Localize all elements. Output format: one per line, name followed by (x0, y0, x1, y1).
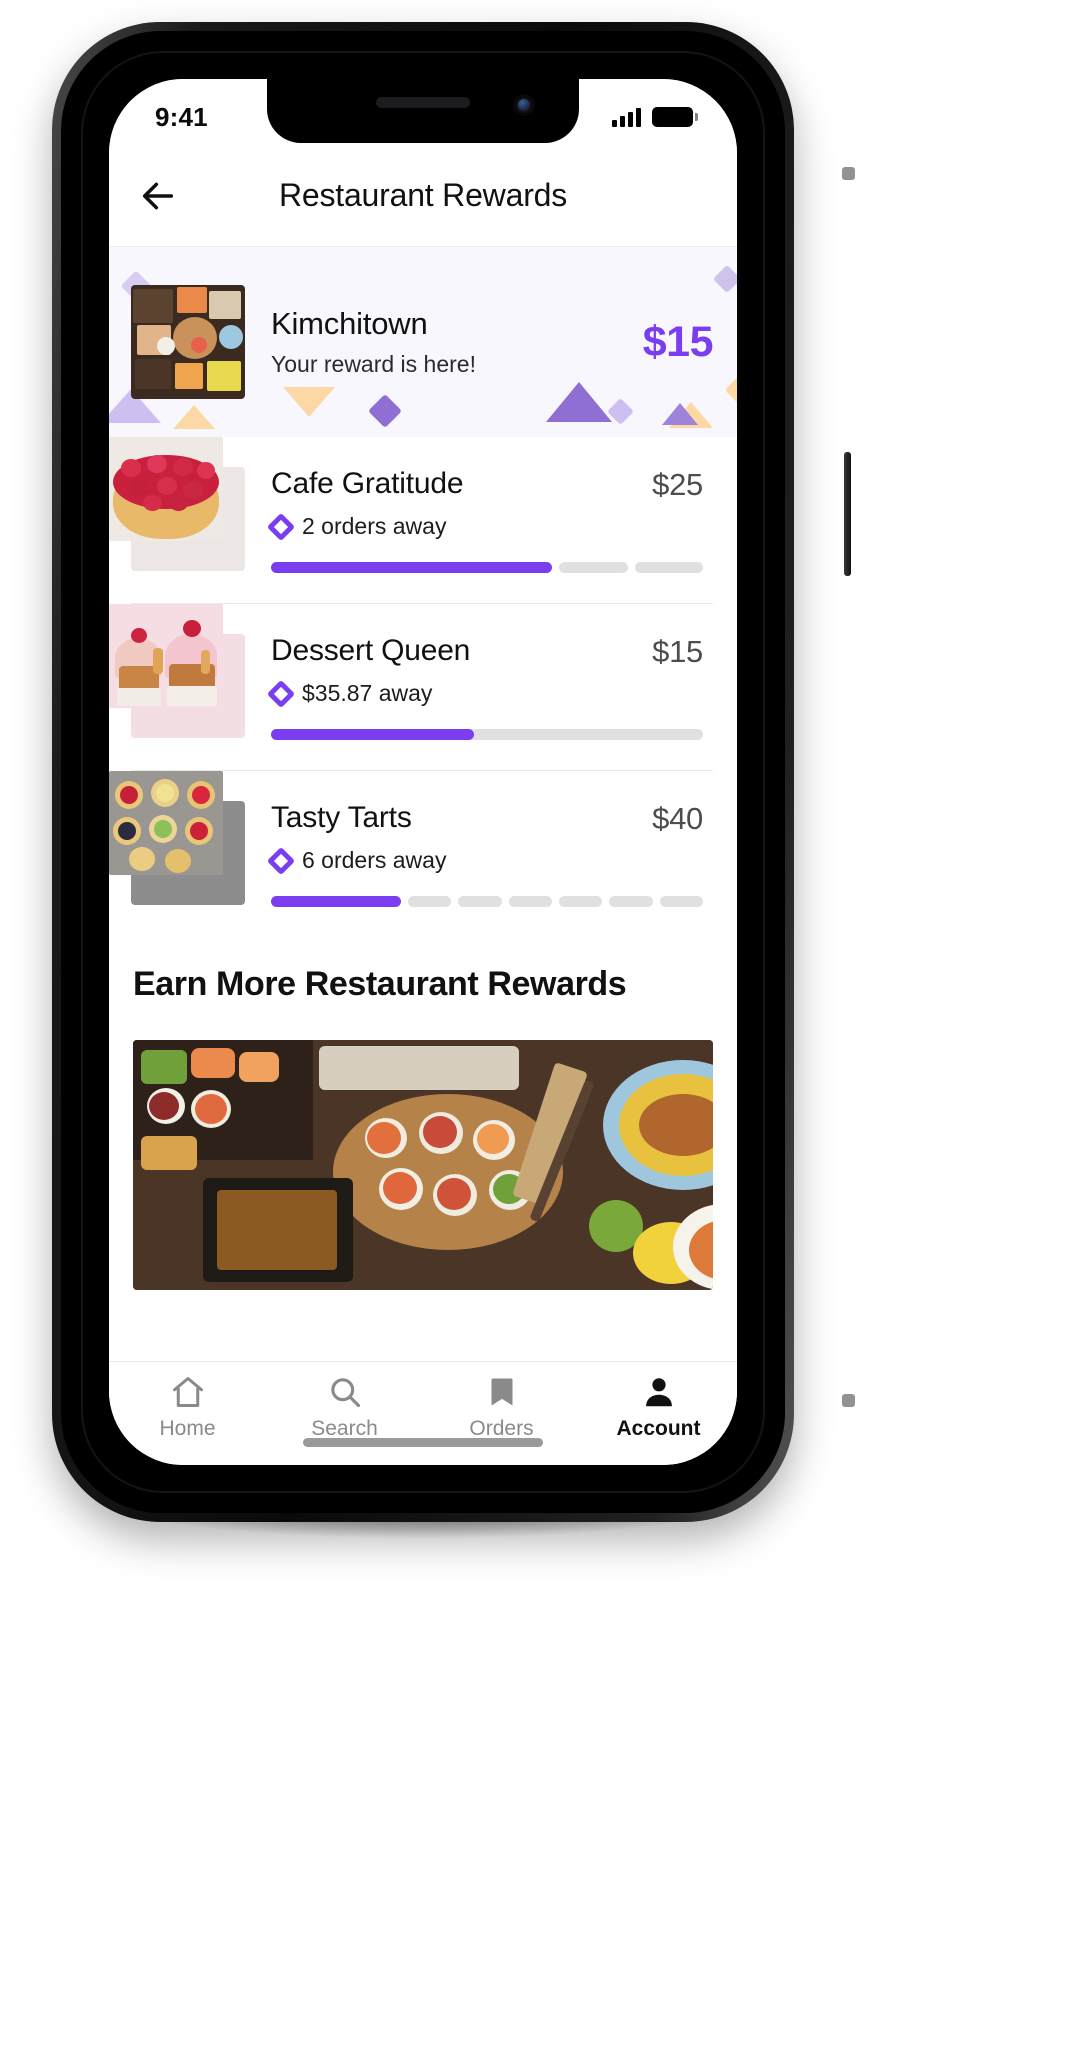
confetti-triangle (669, 402, 713, 428)
home-icon (172, 1377, 203, 1407)
battery-full-icon (652, 107, 698, 127)
reward-row-dessert-queen[interactable]: Dessert Queen $15 $35.87 away (109, 604, 737, 740)
tab-label: Home (159, 1417, 216, 1440)
tab-label: Account (616, 1417, 701, 1440)
confetti-diamond (607, 398, 634, 425)
restaurant-thumbnail (109, 437, 737, 573)
status-bar-time: 9:41 (155, 101, 208, 132)
tab-account[interactable]: Account (580, 1374, 737, 1441)
home-indicator[interactable] (303, 1438, 543, 1447)
bottom-tab-bar: Home Search Orders Account (109, 1361, 737, 1465)
phone-screen: 9:41 Restaurant Rewards Kimchitown Your … (109, 79, 737, 1465)
reward-progress-bar (271, 729, 703, 740)
featured-reward-subtitle: Your reward is here! (271, 351, 476, 377)
featured-reward-card[interactable]: Kimchitown Your reward is here! $15 (109, 247, 737, 437)
app-header: Restaurant Rewards (109, 145, 737, 247)
reward-row-tasty-tarts[interactable]: Tasty Tarts $40 6 orders away (109, 771, 737, 907)
sushi-platter-photo (133, 1040, 713, 1290)
featured-restaurant-thumbnail (131, 285, 245, 399)
raspberry-tart-photo (109, 437, 737, 573)
confetti-diamond (368, 394, 402, 428)
earn-more-promo-image[interactable] (133, 1040, 713, 1290)
device-corner-mark (842, 1394, 855, 1407)
person-icon (645, 1378, 672, 1407)
screenshot-canvas: 9:41 Restaurant Rewards Kimchitown Your … (0, 0, 1073, 2048)
confetti-diamond (712, 264, 737, 294)
phone-bezel: 9:41 Restaurant Rewards Kimchitown Your … (81, 51, 765, 1493)
tab-home[interactable]: Home (109, 1374, 266, 1441)
featured-reward-info: Kimchitown Your reward is here! (245, 306, 643, 378)
tab-orders[interactable]: Orders (423, 1374, 580, 1441)
device-notch (267, 79, 579, 143)
search-icon (330, 1378, 360, 1408)
reward-list: Cafe Gratitude $25 2 orders away Dessert… (109, 437, 737, 907)
cupcake-photo (109, 604, 737, 740)
earpiece-speaker (376, 97, 470, 108)
confetti-diamond (724, 368, 737, 412)
reward-row-cafe-gratitude[interactable]: Cafe Gratitude $25 2 orders away (109, 437, 737, 573)
featured-reward-amount: $15 (642, 317, 714, 366)
restaurant-photo (131, 285, 245, 399)
power-button[interactable] (844, 452, 851, 576)
phone-inner-frame: 9:41 Restaurant Rewards Kimchitown Your … (61, 31, 785, 1513)
earn-more-heading: Earn More Restaurant Rewards (133, 965, 627, 1003)
mini-tarts-photo (109, 771, 737, 907)
front-camera-icon (513, 94, 535, 116)
confetti-triangle (546, 382, 612, 422)
cellular-bars-icon (612, 107, 641, 127)
confetti-triangle (173, 405, 215, 429)
main-content: Kimchitown Your reward is here! $15 Cafe… (109, 247, 737, 1361)
receipt-icon (491, 1378, 512, 1406)
phone-device: 9:41 Restaurant Rewards Kimchitown Your … (52, 22, 855, 1522)
confetti-triangle (283, 387, 335, 417)
confetti-triangle (662, 403, 698, 425)
back-button[interactable] (123, 161, 193, 231)
restaurant-thumbnail (109, 771, 737, 907)
device-corner-mark (842, 167, 855, 180)
status-bar-icons (612, 107, 698, 127)
back-arrow-icon (142, 182, 174, 209)
page-title: Restaurant Rewards (278, 177, 568, 213)
featured-restaurant-name: Kimchitown (271, 306, 428, 341)
restaurant-thumbnail (109, 604, 737, 740)
tab-search[interactable]: Search (266, 1374, 423, 1441)
